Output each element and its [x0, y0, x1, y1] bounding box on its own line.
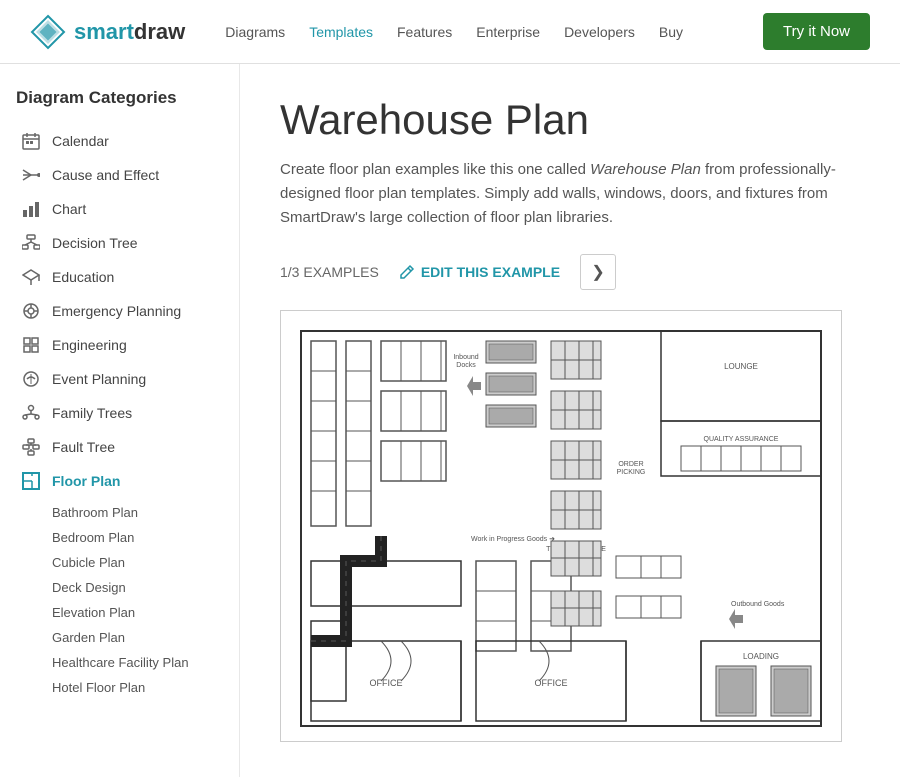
svg-text:Inbound: Inbound: [453, 354, 478, 361]
sidebar-item-chart[interactable]: Chart: [16, 192, 223, 226]
main-nav: Diagrams Templates Features Enterprise D…: [225, 24, 763, 40]
floor-plan-icon: [20, 470, 42, 492]
sidebar-item-fault-tree[interactable]: Fault Tree: [16, 430, 223, 464]
sidebar-item-floor-plan[interactable]: Floor Plan: [16, 464, 223, 498]
svg-text:OFFICE: OFFICE: [370, 678, 403, 688]
emergency-icon: [20, 300, 42, 322]
education-label: Education: [52, 269, 114, 285]
engineering-label: Engineering: [52, 337, 127, 353]
family-icon: [20, 402, 42, 424]
svg-text:PICKING: PICKING: [617, 469, 646, 476]
nav-enterprise[interactable]: Enterprise: [476, 24, 540, 40]
sidebar-item-decision-tree[interactable]: Decision Tree: [16, 226, 223, 260]
sidebar-item-family-trees[interactable]: Family Trees: [16, 396, 223, 430]
nav-features[interactable]: Features: [397, 24, 452, 40]
svg-text:OFFICE: OFFICE: [535, 678, 568, 688]
emergency-label: Emergency Planning: [52, 303, 181, 319]
sub-item-bathroom[interactable]: Bathroom Plan: [48, 500, 223, 525]
edit-icon: [399, 264, 415, 280]
edit-example-link[interactable]: EDIT THIS EXAMPLE: [399, 264, 560, 280]
sub-item-cubicle[interactable]: Cubicle Plan: [48, 550, 223, 575]
page-layout: Diagram Categories Calendar Cause and Ef…: [0, 64, 900, 777]
svg-text:LOADING: LOADING: [743, 652, 779, 661]
italic-title: Warehouse Plan: [590, 161, 701, 178]
sub-item-bedroom[interactable]: Bedroom Plan: [48, 525, 223, 550]
logo-icon: [30, 14, 66, 50]
calendar-icon: [20, 130, 42, 152]
sidebar-title: Diagram Categories: [16, 88, 223, 108]
svg-text:Work in Progress Goods ➜: Work in Progress Goods ➜: [471, 536, 555, 543]
event-label: Event Planning: [52, 371, 146, 387]
fault-label: Fault Tree: [52, 439, 115, 455]
example-bar: 1/3 EXAMPLES EDIT THIS EXAMPLE ❯: [280, 254, 860, 290]
sidebar-item-cause-effect[interactable]: Cause and Effect: [16, 158, 223, 192]
floor-plan-subitems: Bathroom Plan Bedroom Plan Cubicle Plan …: [16, 500, 223, 700]
svg-text:Outbound Goods: Outbound Goods: [731, 601, 785, 608]
calendar-label: Calendar: [52, 133, 109, 149]
sub-item-hotel[interactable]: Hotel Floor Plan: [48, 675, 223, 700]
sub-item-garden[interactable]: Garden Plan: [48, 625, 223, 650]
education-icon: [20, 266, 42, 288]
nav-diagrams[interactable]: Diagrams: [225, 24, 285, 40]
main-content: Warehouse Plan Create floor plan example…: [240, 64, 900, 777]
cause-effect-icon: [20, 164, 42, 186]
floor-plan-image: Inbound Docks: [280, 310, 842, 742]
svg-text:LOUNGE: LOUNGE: [724, 362, 758, 371]
page-title: Warehouse Plan: [280, 96, 860, 144]
sidebar-item-calendar[interactable]: Calendar: [16, 124, 223, 158]
decision-tree-icon: [20, 232, 42, 254]
svg-text:Docks: Docks: [456, 362, 476, 369]
family-label: Family Trees: [52, 405, 132, 421]
sub-item-elevation[interactable]: Elevation Plan: [48, 600, 223, 625]
sidebar-item-emergency[interactable]: Emergency Planning: [16, 294, 223, 328]
try-button[interactable]: Try it Now: [763, 13, 870, 50]
svg-text:QUALITY ASSURANCE: QUALITY ASSURANCE: [704, 436, 779, 443]
svg-text:ORDER: ORDER: [618, 461, 643, 468]
chart-icon: [20, 198, 42, 220]
sub-item-deck[interactable]: Deck Design: [48, 575, 223, 600]
nav-developers[interactable]: Developers: [564, 24, 635, 40]
sidebar: Diagram Categories Calendar Cause and Ef…: [0, 64, 240, 777]
sidebar-item-engineering[interactable]: Engineering: [16, 328, 223, 362]
cause-effect-label: Cause and Effect: [52, 167, 159, 183]
floor-plan-label: Floor Plan: [52, 473, 120, 489]
sidebar-item-education[interactable]: Education: [16, 260, 223, 294]
example-count: 1/3 EXAMPLES: [280, 264, 379, 280]
chart-label: Chart: [52, 201, 86, 217]
nav-buy[interactable]: Buy: [659, 24, 683, 40]
header: smartdraw Diagrams Templates Features En…: [0, 0, 900, 64]
event-icon: [20, 368, 42, 390]
page-description: Create floor plan examples like this one…: [280, 158, 840, 230]
engineering-icon: [20, 334, 42, 356]
logo-text: smartdraw: [74, 19, 185, 45]
sidebar-item-event-planning[interactable]: Event Planning: [16, 362, 223, 396]
nav-templates[interactable]: Templates: [309, 24, 373, 40]
fault-icon: [20, 436, 42, 458]
sub-item-healthcare[interactable]: Healthcare Facility Plan: [48, 650, 223, 675]
next-example-button[interactable]: ❯: [580, 254, 616, 290]
decision-tree-label: Decision Tree: [52, 235, 138, 251]
logo[interactable]: smartdraw: [30, 14, 185, 50]
